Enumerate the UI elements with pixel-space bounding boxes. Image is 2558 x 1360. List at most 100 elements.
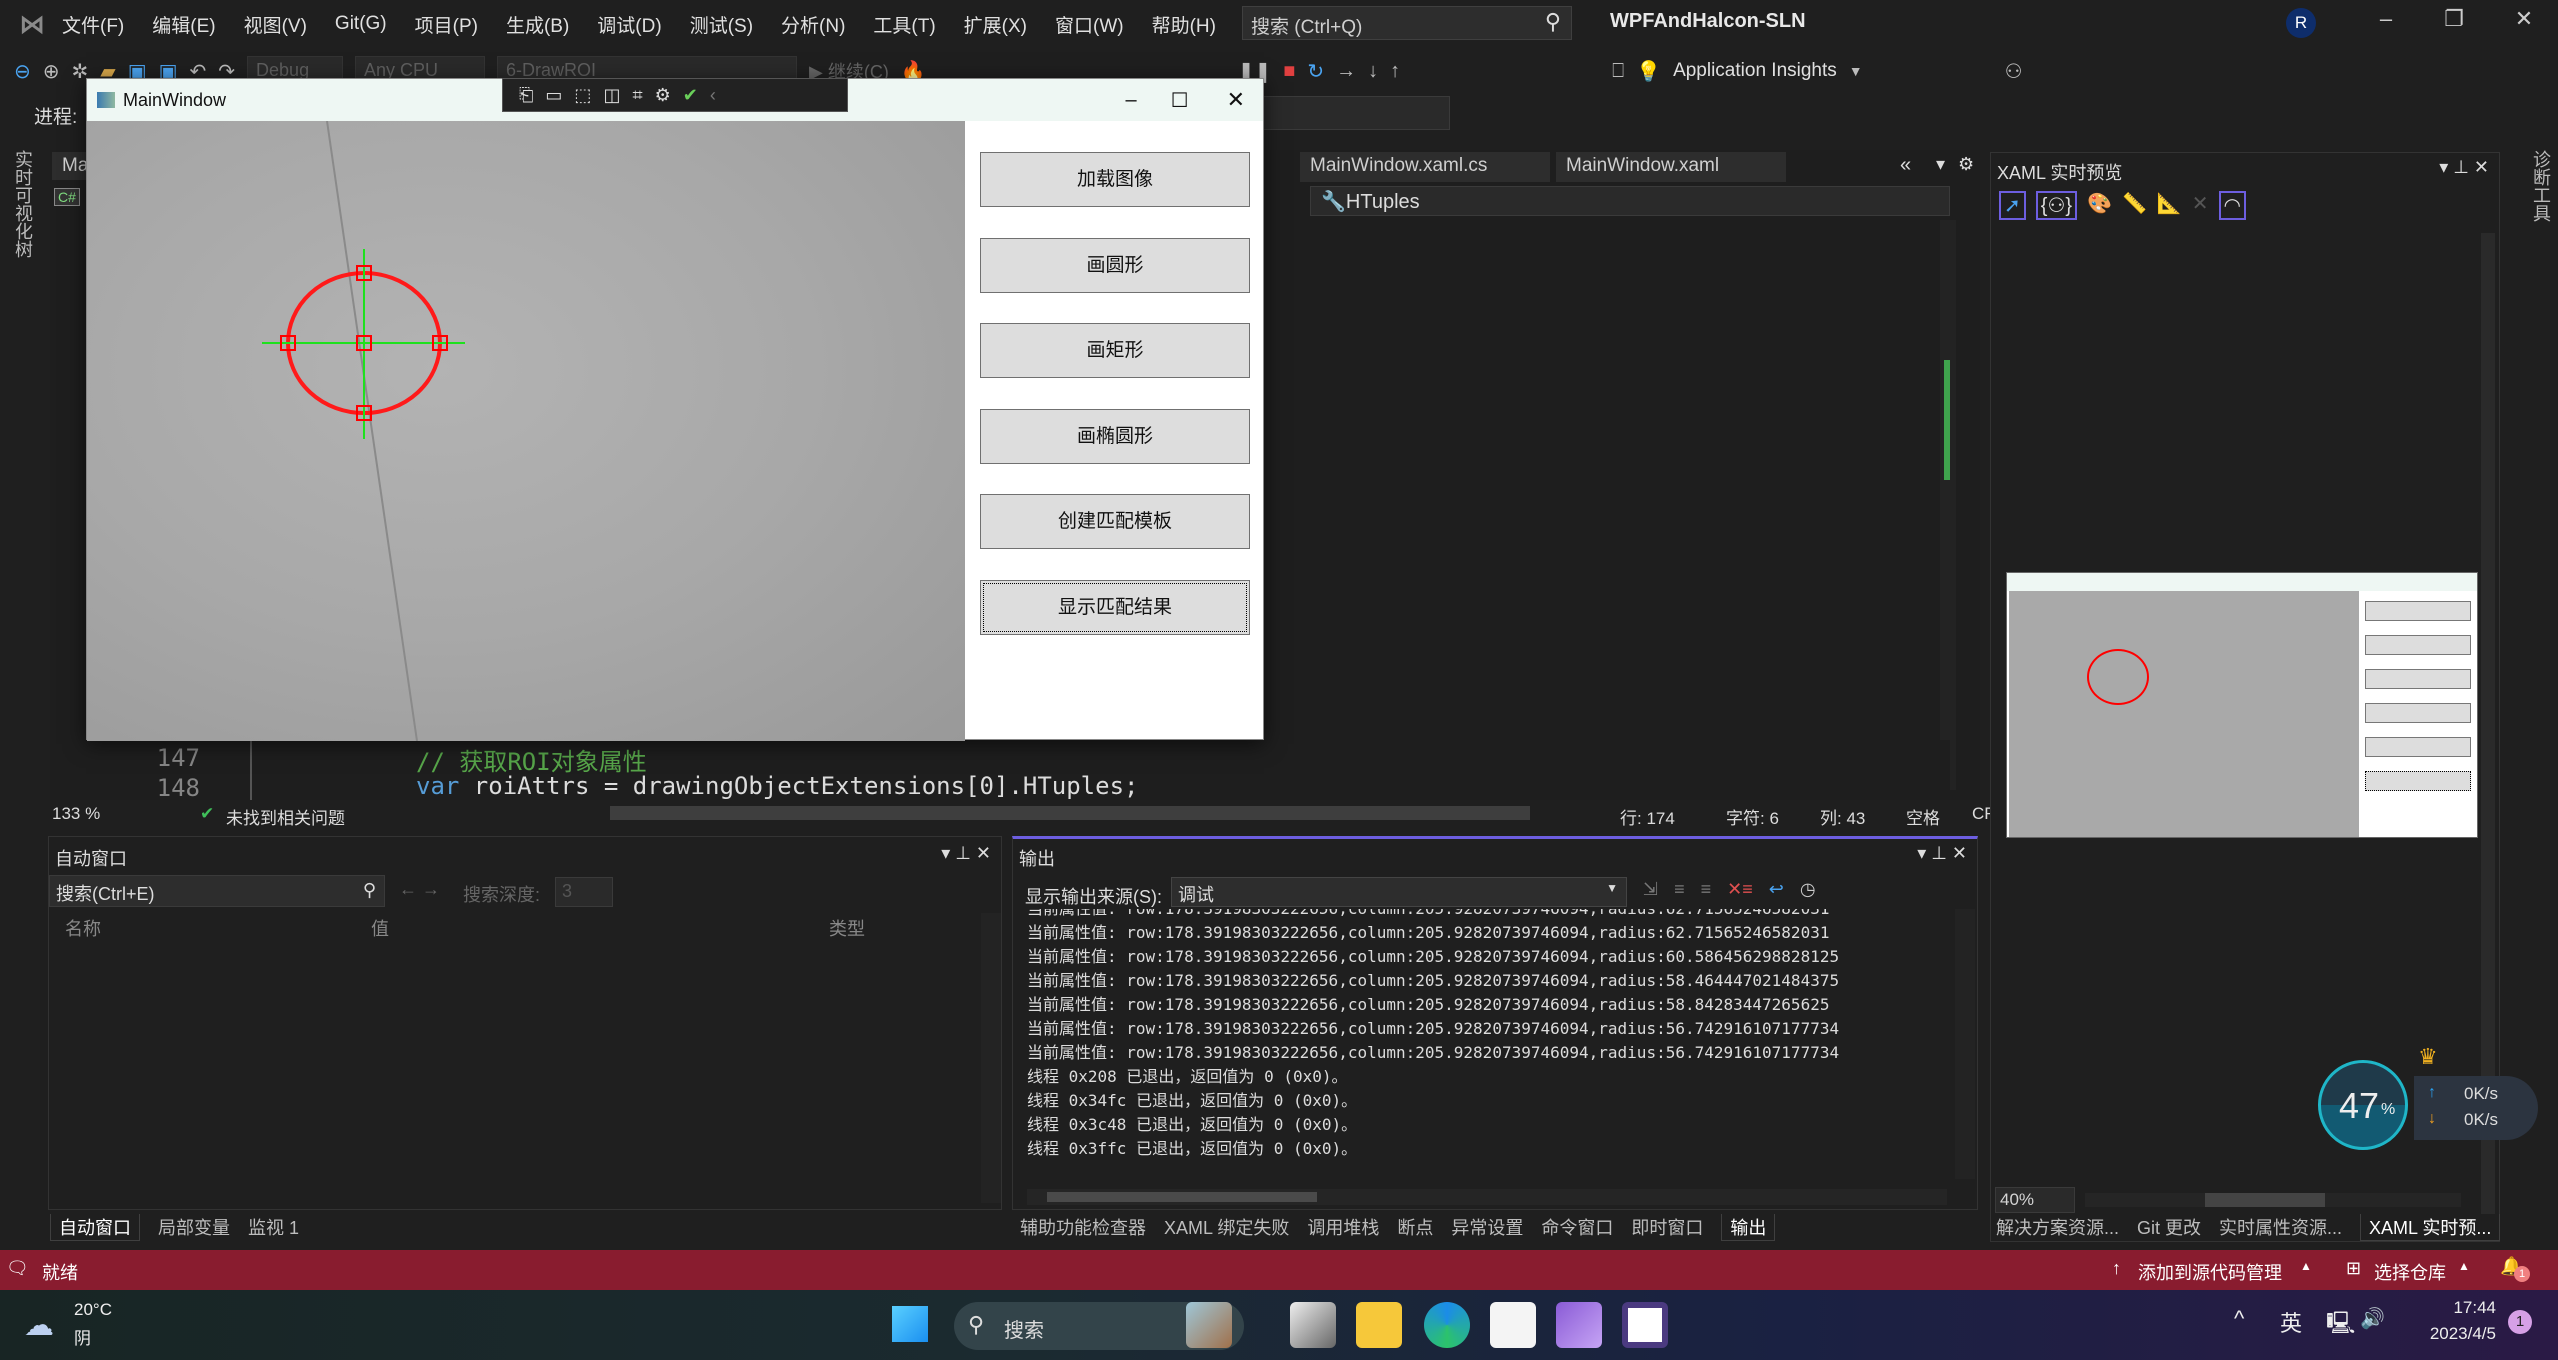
output-text[interactable]: 当前属性值: row:178.39198303222656,column:205… <box>1027 909 1947 1165</box>
select-repository-button[interactable]: 选择仓库 <box>2374 1259 2446 1285</box>
tab-call-stack[interactable]: 调用堆栈 <box>1307 1214 1379 1241</box>
step-out-icon[interactable]: ↑ <box>1390 60 1400 83</box>
autos-scrollbar[interactable] <box>981 913 1001 1203</box>
step-into-icon[interactable]: ↓ <box>1368 60 1378 83</box>
autos-search-input[interactable]: 搜索(Ctrl+E) ⚲ <box>49 875 385 907</box>
tab-exception-settings[interactable]: 异常设置 <box>1451 1214 1523 1241</box>
preview-zoom-dropdown[interactable]: 40% <box>1995 1187 2075 1213</box>
go-to-line-icon[interactable]: ⇲ <box>1643 879 1658 900</box>
tab-live-property-explorer[interactable]: 实时属性资源... <box>2219 1214 2342 1241</box>
menu-help[interactable]: 帮助(H) <box>1152 11 1216 38</box>
task-view-icon[interactable] <box>1290 1302 1336 1348</box>
weather-cloud-icon[interactable]: ☁ <box>24 1308 54 1343</box>
settings-gear-icon[interactable]: ⚙ <box>1958 154 1974 175</box>
tab-solution-explorer[interactable]: 解决方案资源... <box>1996 1214 2119 1241</box>
tab-accessibility-checker[interactable]: 辅助功能检查器 <box>1020 1214 1146 1241</box>
clock-time[interactable]: 17:44 <box>2416 1298 2496 1318</box>
draw-ellipse-button[interactable]: 画椭圆形 <box>980 409 1250 464</box>
xaml-preview-thumbnail[interactable] <box>2006 572 2478 838</box>
panel-controls-icon[interactable]: ▾ ⊥ ✕ <box>1917 843 1967 864</box>
track-focus-icon[interactable]: ⌗ <box>632 85 642 106</box>
editor-horizontal-scrollbar[interactable] <box>610 806 1530 820</box>
global-search-input[interactable]: 搜索 (Ctrl+Q) ⚲ <box>1242 6 1572 40</box>
show-match-result-button[interactable]: 显示匹配结果 <box>980 580 1250 635</box>
menu-debug[interactable]: 调试(D) <box>597 11 661 38</box>
menu-edit[interactable]: 编辑(E) <box>152 11 215 38</box>
menu-git[interactable]: Git(G) <box>335 13 387 35</box>
tab-output[interactable]: 输出 <box>1721 1214 1776 1241</box>
load-image-button[interactable]: 加载图像 <box>980 152 1250 207</box>
nav-arrows-icon[interactable]: ← → <box>399 879 440 900</box>
zoom-level-dropdown[interactable]: 133 % <box>52 804 100 824</box>
select-element-icon[interactable]: ⬚ <box>574 85 591 106</box>
output-horizontal-scrollbar[interactable] <box>1027 1189 1947 1205</box>
menu-window[interactable]: 窗口(W) <box>1055 11 1124 38</box>
output-vertical-scrollbar[interactable] <box>1955 909 1975 1179</box>
whitespace-indicator[interactable]: 空格 <box>1906 804 1940 829</box>
column-header-name[interactable]: 名称 <box>65 915 101 941</box>
next-message-icon[interactable]: ≡ <box>1701 879 1712 900</box>
tab-locals[interactable]: 局部变量 <box>158 1214 230 1241</box>
process-dropdown[interactable] <box>1250 96 1450 130</box>
output-bubble-icon[interactable]: 🗨 <box>6 1258 29 1279</box>
menu-file[interactable]: 文件(F) <box>62 11 124 38</box>
bookmark-icon[interactable]: ⎕ <box>1612 60 1624 83</box>
tab-git-changes[interactable]: Git 更改 <box>2137 1214 2201 1241</box>
edge-browser-icon[interactable] <box>1424 1302 1470 1348</box>
palette-icon[interactable]: 🎨 <box>2087 191 2112 220</box>
clear-all-icon[interactable]: ✕≡ <box>1727 879 1753 900</box>
weather-temperature[interactable]: 20°C <box>74 1300 112 1320</box>
live-visual-tree-tab[interactable]: 实时可视化树 <box>10 150 36 258</box>
display-layout-adorners-icon[interactable]: ◫ <box>603 85 620 106</box>
live-share-icon[interactable]: ⚇ <box>2005 59 2023 84</box>
user-avatar[interactable]: R <box>2286 8 2316 38</box>
tab-list-icon[interactable]: ▾ <box>1936 154 1945 175</box>
video-icon[interactable]: ▭ <box>545 85 562 106</box>
preview-visibility-icon[interactable]: ◠ <box>2218 191 2246 220</box>
hot-reload-ok-icon[interactable]: ✔ <box>683 85 698 106</box>
binding-failures-icon[interactable]: ⚙ <box>655 85 671 106</box>
select-element-icon[interactable]: ➚ <box>1999 191 2026 220</box>
tab-immediate-window[interactable]: 即时窗口 <box>1631 1214 1703 1241</box>
tab-breakpoints[interactable]: 断点 <box>1397 1214 1433 1241</box>
tab-overflow-icon[interactable]: « <box>1900 154 1911 177</box>
menu-tools[interactable]: 工具(T) <box>873 11 935 38</box>
tab-xaml-live-preview[interactable]: XAML 实时预... <box>2360 1214 2501 1241</box>
editor-vertical-scrollbar[interactable] <box>1940 220 1956 790</box>
issues-status[interactable]: 未找到相关问题 <box>226 804 345 829</box>
create-template-button[interactable]: 创建匹配模板 <box>980 494 1250 549</box>
menu-build[interactable]: 生成(B) <box>506 11 569 38</box>
menu-view[interactable]: 视图(V) <box>244 11 307 38</box>
menu-project[interactable]: 项目(P) <box>415 11 478 38</box>
collapse-toolbar-icon[interactable]: ‹ <box>710 85 716 106</box>
tab-autos[interactable]: 自动窗口 <box>50 1214 140 1241</box>
minimize-button[interactable]: – <box>2366 6 2406 32</box>
forward-icon[interactable]: ⊕ <box>43 59 60 84</box>
menu-analyze[interactable]: 分析(N) <box>781 11 845 38</box>
volume-icon[interactable]: 🔊 <box>2360 1306 2385 1331</box>
doc-tab-mainwindow-xaml-cs[interactable]: MainWindow.xaml.cs <box>1300 152 1550 182</box>
tab-watch-1[interactable]: 监视 1 <box>248 1214 299 1241</box>
restore-button[interactable]: ❐ <box>2434 6 2474 32</box>
column-header-type[interactable]: 类型 <box>829 915 865 941</box>
tab-command-window[interactable]: 命令窗口 <box>1541 1214 1613 1241</box>
halcon-image-canvas[interactable] <box>87 121 965 741</box>
code-view[interactable]: 147 // 获取ROI对象属性 148 var roiAttrs = draw… <box>50 740 1950 802</box>
add-to-source-control-button[interactable]: 添加到源代码管理 <box>2138 1259 2282 1285</box>
draw-rectangle-button[interactable]: 画矩形 <box>980 323 1250 378</box>
draw-circle-button[interactable]: 画圆形 <box>980 238 1250 293</box>
output-source-dropdown[interactable]: 调试 ▼ <box>1171 877 1627 907</box>
close-button[interactable]: ✕ <box>2504 6 2544 32</box>
column-header-value[interactable]: 值 <box>371 915 389 941</box>
ruler-vertical-icon[interactable]: 📏 <box>2122 191 2147 220</box>
menu-test[interactable]: 测试(S) <box>690 11 753 38</box>
tray-overflow-icon[interactable]: ^ <box>2234 1306 2244 1332</box>
preview-horizontal-scrollbar[interactable] <box>2085 1193 2461 1207</box>
panel-controls-icon[interactable]: ▾ ⊥ ✕ <box>2439 157 2489 178</box>
search-depth-dropdown[interactable]: 3 <box>555 877 613 907</box>
app-maximize-button[interactable]: ☐ <box>1171 88 1189 113</box>
doc-tab-mainwindow-xaml[interactable]: MainWindow.xaml <box>1556 152 1786 182</box>
file-explorer-icon[interactable] <box>1356 1302 1402 1348</box>
visual-studio-taskbar-icon[interactable] <box>1556 1302 1602 1348</box>
display-adorners-icon[interactable]: {⚇} <box>2035 191 2078 220</box>
